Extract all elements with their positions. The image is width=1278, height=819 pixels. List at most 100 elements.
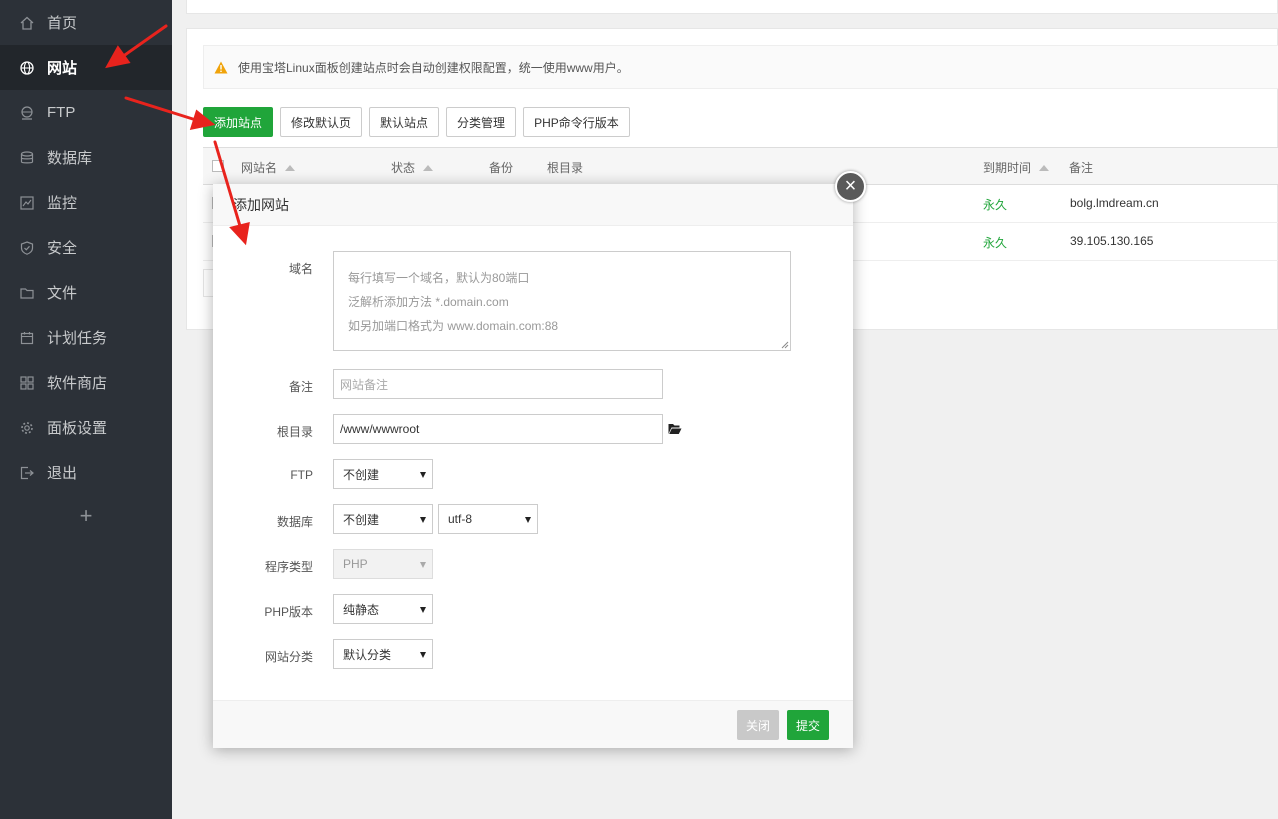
program-type-value: PHP bbox=[343, 557, 368, 571]
site-category-label: 网站分类 bbox=[264, 650, 313, 664]
sidebar-item-label: 退出 bbox=[47, 465, 78, 482]
sort-up-icon bbox=[285, 165, 296, 171]
modify-default-page-button[interactable]: 修改默认页 bbox=[280, 107, 363, 137]
sidebar-item-label: 安全 bbox=[47, 240, 78, 257]
dialog-close-icon[interactable]: × bbox=[835, 171, 866, 202]
sort-up-icon bbox=[1039, 165, 1050, 171]
sidebar-item-label: 软件商店 bbox=[47, 375, 108, 392]
database-label: 数据库 bbox=[276, 515, 313, 529]
domain-placeholder-line: 每行填写一个域名，默认为80端口 bbox=[348, 271, 530, 285]
column-header-remark: 备注 bbox=[1069, 161, 1094, 175]
select-all-checkbox[interactable] bbox=[212, 160, 224, 172]
chevron-down-icon bbox=[420, 517, 426, 523]
column-header-name[interactable]: 网站名 bbox=[241, 159, 296, 176]
category-manage-button[interactable]: 分类管理 bbox=[446, 107, 517, 137]
chevron-down-icon bbox=[420, 472, 426, 478]
database-select[interactable]: 不创建 bbox=[333, 504, 433, 534]
sidebar-item-settings[interactable]: 面板设置 bbox=[0, 405, 172, 450]
php-version-label: PHP版本 bbox=[264, 605, 313, 619]
sidebar-item-ftp[interactable]: FTP bbox=[0, 90, 172, 135]
remark-cell[interactable]: bolg.lmdream.cn bbox=[1070, 196, 1159, 210]
charset-select[interactable]: utf-8 bbox=[438, 504, 538, 534]
sort-up-icon bbox=[423, 165, 434, 171]
domain-placeholder-line: 如另加端口格式为 www.domain.com:88 bbox=[348, 319, 559, 333]
top-panel bbox=[186, 0, 1278, 14]
logout-icon bbox=[19, 465, 35, 481]
column-header-expire[interactable]: 到期时间 bbox=[983, 159, 1050, 176]
chevron-down-icon bbox=[525, 517, 531, 523]
dialog-footer: 关闭 提交 bbox=[213, 700, 853, 748]
home-icon bbox=[19, 15, 35, 31]
expire-cell[interactable]: 永久 bbox=[983, 234, 1007, 251]
add-menu-button[interactable]: + bbox=[0, 494, 172, 538]
globe-icon bbox=[19, 60, 35, 76]
site-category-value: 默认分类 bbox=[343, 647, 392, 662]
sidebar-item-label: 数据库 bbox=[47, 150, 93, 167]
warning-icon bbox=[214, 61, 228, 73]
folder-icon bbox=[19, 285, 35, 301]
program-type-label: 程序类型 bbox=[264, 560, 313, 574]
sidebar-item-label: 监控 bbox=[47, 195, 78, 212]
gear-icon bbox=[19, 420, 35, 436]
sidebar: 首页 网站 FTP 数据库 监控 安全 文件 计划任务 软件商店 面板设置 退出… bbox=[0, 0, 172, 819]
sidebar-item-monitor[interactable]: 监控 bbox=[0, 180, 172, 225]
sidebar-item-label: 网站 bbox=[47, 60, 78, 77]
sidebar-item-security[interactable]: 安全 bbox=[0, 225, 172, 270]
sidebar-item-label: 面板设置 bbox=[47, 420, 108, 437]
remark-input[interactable]: 网站备注 bbox=[333, 369, 663, 399]
remark-label: 备注 bbox=[288, 380, 313, 394]
charset-select-value: utf-8 bbox=[448, 512, 473, 526]
ftp-select[interactable]: 不创建 bbox=[333, 459, 433, 489]
php-version-select[interactable]: 纯静态 bbox=[333, 594, 433, 624]
root-label: 根目录 bbox=[276, 425, 313, 439]
sidebar-item-label: 首页 bbox=[47, 15, 78, 32]
sidebar-item-logout[interactable]: 退出 bbox=[0, 450, 172, 495]
sidebar-item-cron[interactable]: 计划任务 bbox=[0, 315, 172, 360]
folder-open-icon[interactable] bbox=[668, 423, 682, 435]
notice-text: 使用宝塔Linux面板创建站点时会自动创建权限配置，统一使用www用户。 bbox=[238, 60, 629, 75]
submit-button[interactable]: 提交 bbox=[787, 710, 830, 740]
column-header-backup: 备份 bbox=[489, 161, 514, 175]
notice-bar: 使用宝塔Linux面板创建站点时会自动创建权限配置，统一使用www用户。 bbox=[203, 45, 1278, 89]
close-button[interactable]: 关闭 bbox=[737, 710, 780, 740]
column-header-root: 根目录 bbox=[547, 161, 584, 175]
database-select-value: 不创建 bbox=[343, 512, 380, 527]
ftp-icon bbox=[19, 105, 35, 121]
ftp-select-value: 不创建 bbox=[343, 467, 380, 482]
program-type-select: PHP bbox=[333, 549, 433, 579]
sidebar-item-database[interactable]: 数据库 bbox=[0, 135, 172, 180]
ftp-label: FTP bbox=[290, 468, 313, 482]
root-path-input[interactable]: /www/wwwroot bbox=[333, 414, 663, 444]
sidebar-item-website[interactable]: 网站 bbox=[0, 45, 172, 90]
domain-label: 域名 bbox=[288, 262, 313, 276]
dialog-title: 添加网站 bbox=[213, 184, 853, 226]
column-header-status[interactable]: 状态 bbox=[391, 159, 434, 176]
monitor-icon bbox=[19, 195, 35, 211]
add-site-button[interactable]: 添加站点 bbox=[203, 107, 274, 137]
sidebar-item-label: FTP bbox=[47, 104, 76, 121]
chevron-down-icon bbox=[420, 652, 426, 658]
apps-icon bbox=[19, 375, 35, 391]
add-site-dialog: 添加网站 域名 每行填写一个域名，默认为80端口 泛解析添加方法 *.domai… bbox=[213, 184, 853, 748]
sidebar-item-label: 文件 bbox=[47, 285, 78, 302]
php-version-value: 纯静态 bbox=[343, 602, 380, 617]
php-cli-version-button[interactable]: PHP命令行版本 bbox=[523, 107, 630, 137]
sidebar-item-files[interactable]: 文件 bbox=[0, 270, 172, 315]
default-site-button[interactable]: 默认站点 bbox=[369, 107, 440, 137]
sidebar-item-store[interactable]: 软件商店 bbox=[0, 360, 172, 405]
calendar-icon bbox=[19, 330, 35, 346]
table-header: 网站名 状态 备份 根目录 到期时间 备注 bbox=[203, 147, 1278, 185]
site-category-select[interactable]: 默认分类 bbox=[333, 639, 433, 669]
resize-grip-icon[interactable] bbox=[781, 341, 789, 349]
expire-cell[interactable]: 永久 bbox=[983, 196, 1007, 213]
domain-textarea[interactable]: 每行填写一个域名，默认为80端口 泛解析添加方法 *.domain.com 如另… bbox=[333, 251, 791, 351]
shield-icon bbox=[19, 240, 35, 256]
chevron-down-icon bbox=[420, 562, 426, 568]
chevron-down-icon bbox=[420, 607, 426, 613]
remark-cell[interactable]: 39.105.130.165 bbox=[1070, 234, 1153, 248]
database-icon bbox=[19, 150, 35, 166]
toolbar: 添加站点 修改默认页 默认站点 分类管理 PHP命令行版本 bbox=[203, 107, 630, 137]
sidebar-item-home[interactable]: 首页 bbox=[0, 0, 172, 45]
domain-placeholder-line: 泛解析添加方法 *.domain.com bbox=[348, 295, 509, 309]
sidebar-item-label: 计划任务 bbox=[47, 330, 108, 347]
